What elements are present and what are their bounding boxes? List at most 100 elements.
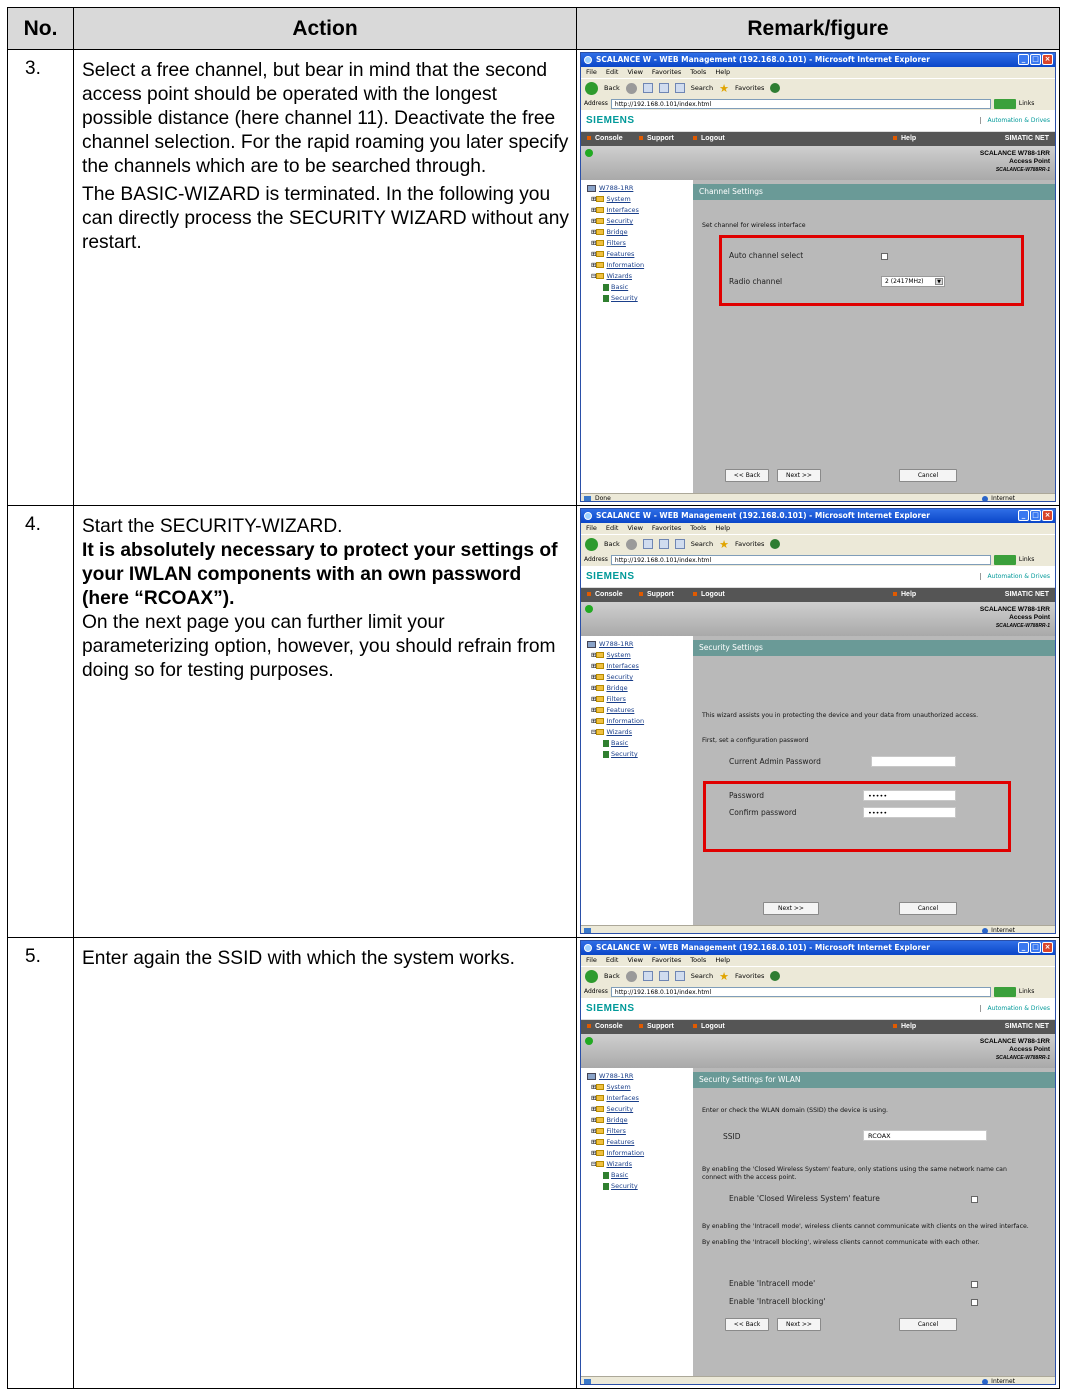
address-field[interactable]: http://192.168.0.101/index.html (610, 986, 991, 997)
menu-favorites[interactable]: Favorites (652, 67, 681, 78)
menu-favorites[interactable]: Favorites (652, 523, 681, 534)
search-label[interactable]: Search (691, 84, 713, 92)
favorites-label[interactable]: Favorites (735, 84, 764, 92)
tree-item-security[interactable]: ⊞ Security (587, 672, 693, 683)
nav-help[interactable]: Help (893, 132, 916, 146)
nav-logout[interactable]: Logout (693, 588, 725, 602)
nav-logout[interactable]: Logout (693, 132, 725, 146)
links-label[interactable]: Links (1019, 100, 1034, 107)
forward-arrow-icon[interactable] (625, 538, 637, 550)
menu-edit[interactable]: Edit (606, 955, 619, 966)
maximize-icon[interactable]: □ (1030, 54, 1041, 65)
intracell-blocking-checkbox[interactable] (971, 1299, 978, 1306)
menu-help[interactable]: Help (715, 523, 730, 534)
forward-arrow-icon[interactable] (625, 82, 637, 94)
menu-view[interactable]: View (627, 955, 642, 966)
menu-help[interactable]: Help (715, 67, 730, 78)
tree-item-security[interactable]: ⊞ Security (587, 1104, 693, 1115)
tree-item-system[interactable]: ⊞ System (587, 1082, 693, 1093)
back-label[interactable]: Back (604, 540, 620, 548)
menu-view[interactable]: View (627, 67, 642, 78)
next-button[interactable]: Next >> (777, 1318, 821, 1331)
nav-help[interactable]: Help (893, 1020, 916, 1034)
stop-icon[interactable] (642, 539, 653, 549)
history-icon[interactable] (770, 83, 781, 93)
back-arrow-icon[interactable] (585, 537, 598, 551)
tree-item-basic[interactable]: Basic (587, 282, 693, 293)
tree-item-information[interactable]: ⊞ Information (587, 1148, 693, 1159)
favorites-star-icon[interactable]: ★ (719, 970, 729, 983)
intracell-mode-checkbox[interactable] (971, 1281, 978, 1288)
menu-help[interactable]: Help (715, 955, 730, 966)
tree-item-bridge[interactable]: ⊞ Bridge (587, 683, 693, 694)
tree-item-filters[interactable]: ⊞ Filters (587, 694, 693, 705)
stop-icon[interactable] (642, 971, 653, 981)
menu-edit[interactable]: Edit (606, 67, 619, 78)
refresh-icon[interactable] (658, 971, 669, 981)
go-button[interactable] (993, 98, 1016, 109)
back-button[interactable]: << Back (725, 1318, 769, 1331)
menu-edit[interactable]: Edit (606, 523, 619, 534)
close-icon[interactable]: × (1042, 510, 1053, 521)
home-icon[interactable] (674, 83, 685, 93)
nav-support[interactable]: Support (639, 1020, 674, 1034)
favorites-star-icon[interactable]: ★ (719, 82, 729, 95)
tree-item-system[interactable]: ⊞ System (587, 194, 693, 205)
ssid-input[interactable]: RCOAX (863, 1130, 987, 1141)
tree-item-wizards[interactable]: ⊟ Wizards (587, 727, 693, 738)
home-icon[interactable] (674, 539, 685, 549)
tree-item-information[interactable]: ⊞ Information (587, 716, 693, 727)
menu-favorites[interactable]: Favorites (652, 955, 681, 966)
nav-help[interactable]: Help (893, 588, 916, 602)
back-label[interactable]: Back (604, 972, 620, 980)
tree-root[interactable]: W788-1RR (587, 183, 693, 194)
next-button[interactable]: Next >> (763, 902, 819, 915)
nav-console[interactable]: Console (587, 132, 623, 146)
back-arrow-icon[interactable] (585, 81, 598, 95)
menu-file[interactable]: File (586, 67, 597, 78)
tree-item-security-wizard[interactable]: Security (587, 1181, 693, 1192)
closed-system-checkbox[interactable] (971, 1196, 978, 1203)
current-password-input[interactable] (871, 756, 956, 767)
cancel-button[interactable]: Cancel (899, 469, 957, 482)
favorites-label[interactable]: Favorites (735, 540, 764, 548)
menu-view[interactable]: View (627, 523, 642, 534)
tree-root[interactable]: W788-1RR (587, 639, 693, 650)
address-field[interactable]: http://192.168.0.101/index.html (610, 554, 991, 565)
nav-console[interactable]: Console (587, 588, 623, 602)
favorites-star-icon[interactable]: ★ (719, 538, 729, 551)
maximize-icon[interactable]: □ (1030, 942, 1041, 953)
cancel-button[interactable]: Cancel (899, 1318, 957, 1331)
nav-console[interactable]: Console (587, 1020, 623, 1034)
nav-logout[interactable]: Logout (693, 1020, 725, 1034)
menu-tools[interactable]: Tools (690, 67, 706, 78)
tree-item-bridge[interactable]: ⊞ Bridge (587, 1115, 693, 1126)
tree-item-information[interactable]: ⊞ Information (587, 260, 693, 271)
maximize-icon[interactable]: □ (1030, 510, 1041, 521)
stop-icon[interactable] (642, 83, 653, 93)
menu-file[interactable]: File (586, 523, 597, 534)
tree-item-features[interactable]: ⊞ Features (587, 705, 693, 716)
nav-support[interactable]: Support (639, 588, 674, 602)
go-button[interactable] (993, 554, 1016, 565)
next-button[interactable]: Next >> (777, 469, 821, 482)
close-icon[interactable]: × (1042, 942, 1053, 953)
menu-tools[interactable]: Tools (690, 523, 706, 534)
menu-file[interactable]: File (586, 955, 597, 966)
minimize-icon[interactable]: _ (1018, 510, 1029, 521)
tree-item-wizards[interactable]: ⊟ Wizards (587, 1159, 693, 1170)
menu-tools[interactable]: Tools (690, 955, 706, 966)
refresh-icon[interactable] (658, 539, 669, 549)
tree-item-basic[interactable]: Basic (587, 738, 693, 749)
home-icon[interactable] (674, 971, 685, 981)
go-button[interactable] (993, 986, 1016, 997)
tree-item-filters[interactable]: ⊞ Filters (587, 238, 693, 249)
tree-item-security-wizard[interactable]: Security (587, 293, 693, 304)
tree-item-features[interactable]: ⊞ Features (587, 1137, 693, 1148)
cancel-button[interactable]: Cancel (899, 902, 957, 915)
tree-item-security-wizard[interactable]: Security (587, 749, 693, 760)
tree-item-bridge[interactable]: ⊞ Bridge (587, 227, 693, 238)
tree-item-features[interactable]: ⊞ Features (587, 249, 693, 260)
tree-item-security[interactable]: ⊞ Security (587, 216, 693, 227)
refresh-icon[interactable] (658, 83, 669, 93)
